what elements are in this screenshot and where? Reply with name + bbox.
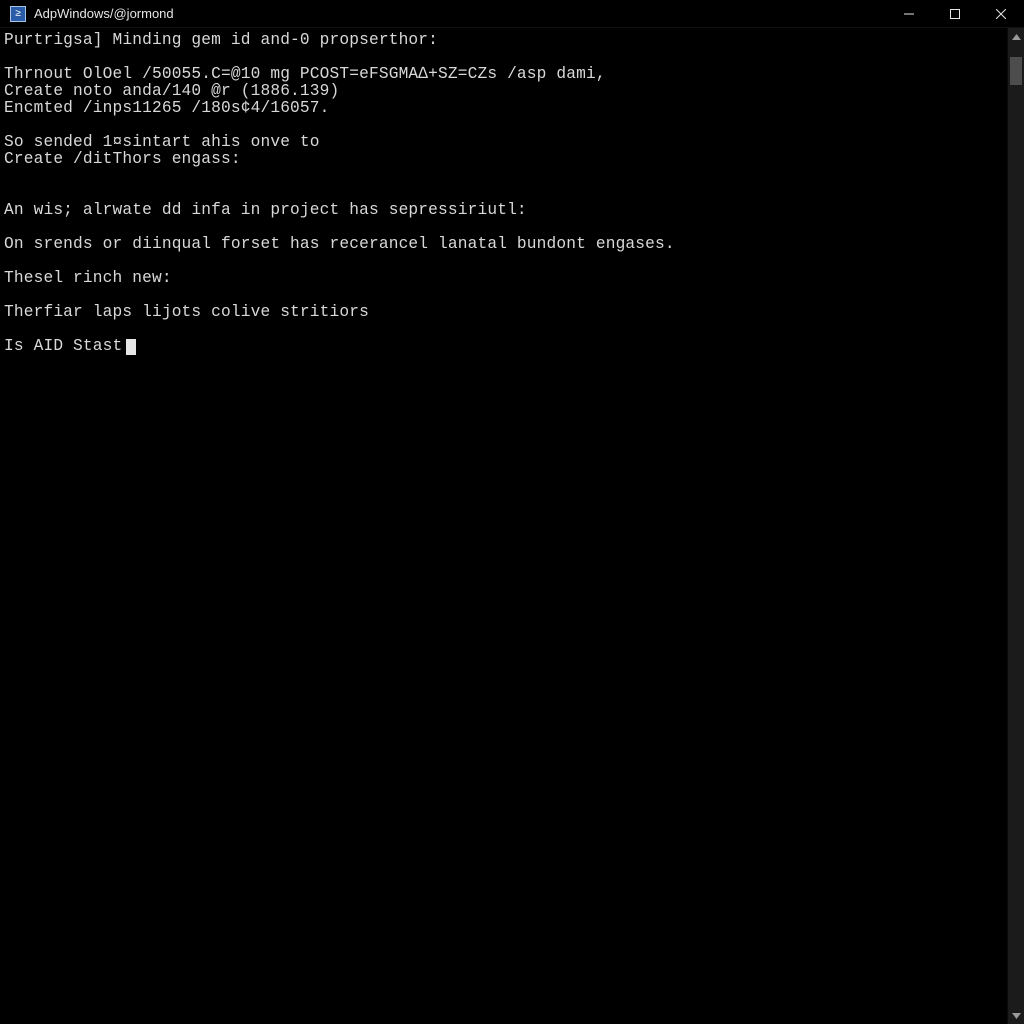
scroll-down-button[interactable] — [1008, 1007, 1024, 1024]
terminal-output[interactable]: Purtrigsa] Minding gem id and-0 propsert… — [0, 28, 1007, 1024]
terminal-prompt-line[interactable]: Is AID Stast — [4, 338, 1005, 355]
chevron-down-icon — [1012, 1013, 1021, 1019]
chevron-up-icon — [1012, 34, 1021, 40]
terminal-line — [4, 117, 1005, 134]
terminal-line: Therfiar laps lijots colive stritiors — [4, 304, 1005, 321]
terminal-line: Thrnout OlOel /50055.C=@10 mg PCOST=eFSG… — [4, 66, 1005, 83]
minimize-icon — [904, 9, 914, 19]
terminal-line — [4, 49, 1005, 66]
window-title: AdpWindows/@jormond — [34, 6, 174, 21]
terminal-line: On srends or diinqual forset has receran… — [4, 236, 1005, 253]
terminal-cursor — [126, 339, 136, 355]
terminal-prompt-text: Is AID Stast — [4, 337, 122, 355]
terminal-line — [4, 185, 1005, 202]
scroll-up-button[interactable] — [1008, 28, 1024, 45]
titlebar[interactable]: ≥ AdpWindows/@jormond — [0, 0, 1024, 28]
scrollbar-thumb[interactable] — [1010, 57, 1022, 85]
close-button[interactable] — [978, 0, 1024, 27]
terminal-line — [4, 321, 1005, 338]
app-icon-glyph: ≥ — [15, 9, 21, 19]
terminal-line — [4, 168, 1005, 185]
close-icon — [996, 9, 1006, 19]
terminal-line: Create /ditThors engass: — [4, 151, 1005, 168]
terminal-line — [4, 287, 1005, 304]
window-controls — [886, 0, 1024, 27]
terminal-line: Create noto anda/140 @r (1886.139) — [4, 83, 1005, 100]
terminal-line — [4, 253, 1005, 270]
maximize-icon — [950, 9, 960, 19]
minimize-button[interactable] — [886, 0, 932, 27]
vertical-scrollbar[interactable] — [1007, 28, 1024, 1024]
app-icon: ≥ — [10, 6, 26, 22]
terminal-line: Thesel rinch new: — [4, 270, 1005, 287]
terminal-line: Purtrigsa] Minding gem id and-0 propsert… — [4, 32, 1005, 49]
terminal-line: An wis; alrwate dd infa in project has s… — [4, 202, 1005, 219]
terminal-line — [4, 219, 1005, 236]
terminal-window: ≥ AdpWindows/@jormond Purtrigsa] Minding… — [0, 0, 1024, 1024]
client-area: Purtrigsa] Minding gem id and-0 propsert… — [0, 28, 1024, 1024]
terminal-line: Encmted /inps11265 /180s¢4/16057. — [4, 100, 1005, 117]
scrollbar-track[interactable] — [1008, 45, 1024, 1007]
terminal-line: So sended 1¤sintart ahis onve to — [4, 134, 1005, 151]
maximize-button[interactable] — [932, 0, 978, 27]
